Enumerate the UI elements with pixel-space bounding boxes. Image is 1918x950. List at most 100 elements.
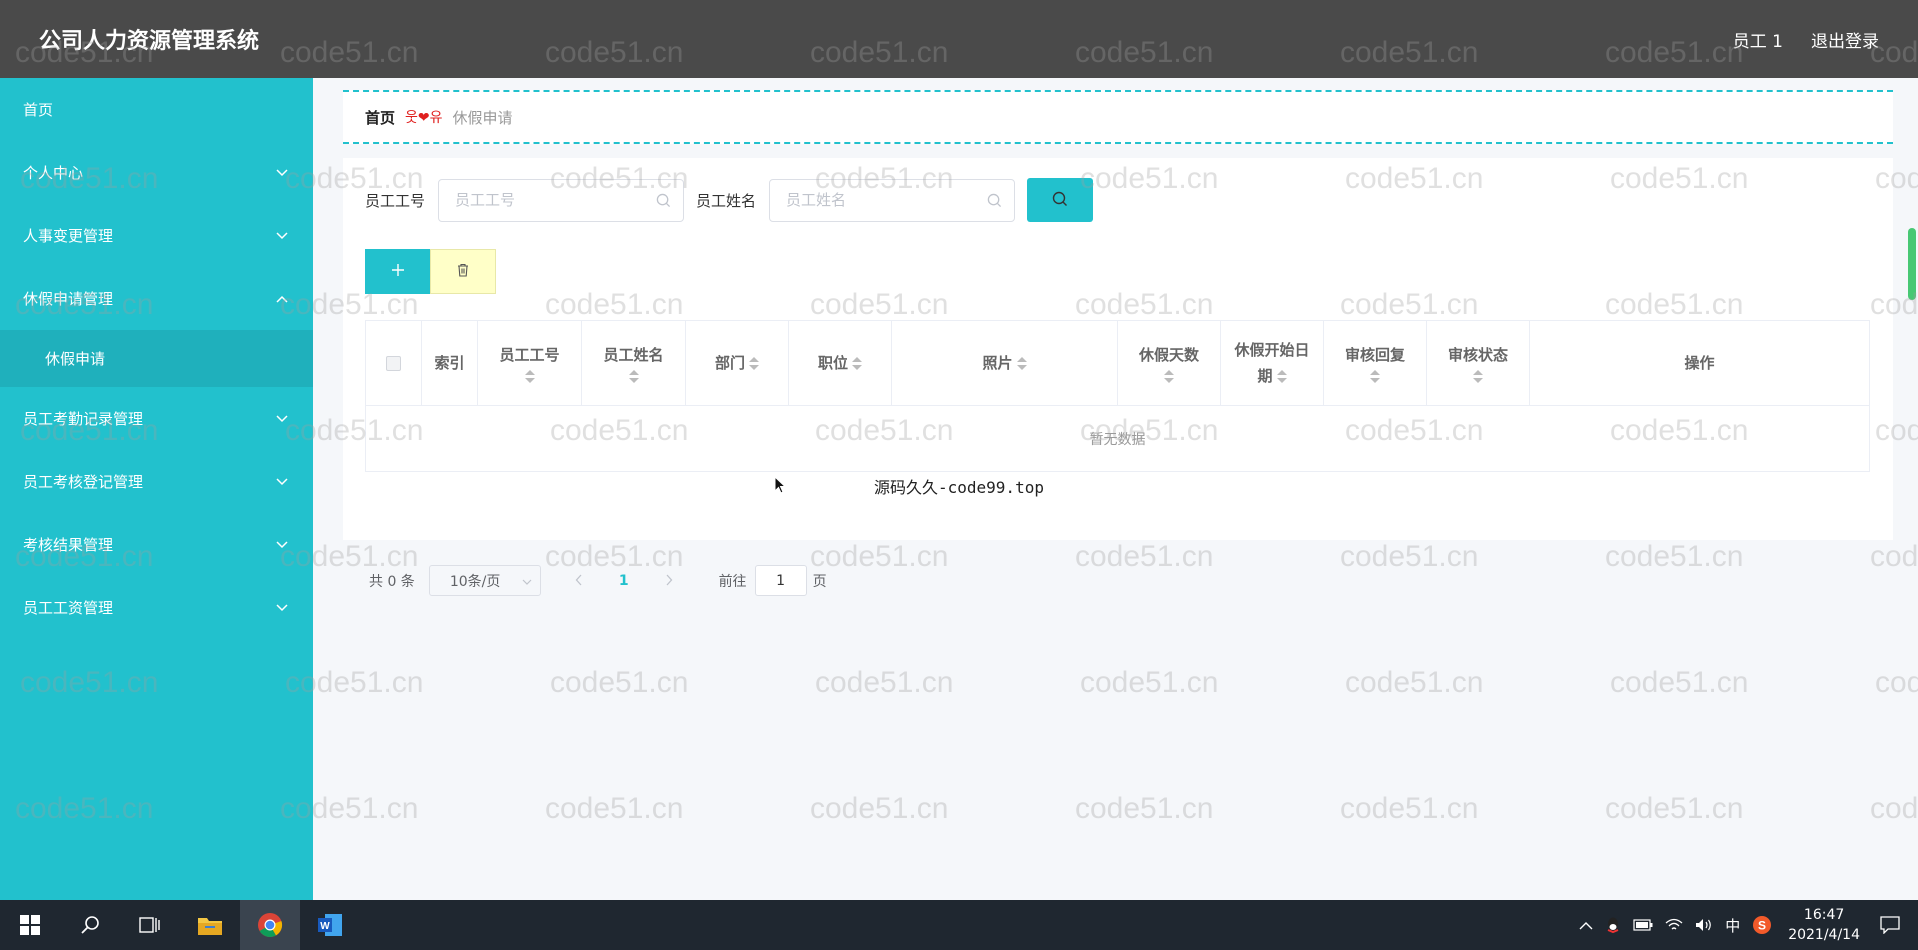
file-explorer-icon[interactable] xyxy=(180,900,240,950)
word-icon[interactable]: W xyxy=(300,900,360,950)
chevron-down-icon xyxy=(275,229,289,243)
add-button[interactable] xyxy=(365,249,430,294)
svg-text:W: W xyxy=(320,921,330,932)
notification-icon[interactable] xyxy=(1880,916,1900,934)
app-title: 公司人力资源管理系统 xyxy=(39,29,260,54)
table-header-row: 索引 员工工号 员工姓名 部门 职位 照片 休假天数 休假开始日期 审核回复 审… xyxy=(365,320,1870,406)
sidebar-item-attendance[interactable]: 员工考勤记录管理 xyxy=(0,387,313,450)
chevron-down-icon xyxy=(522,573,532,589)
clock-time: 16:47 xyxy=(1803,907,1845,923)
page-size-select[interactable]: 10条/页 xyxy=(428,565,541,596)
emp-name-label: 员工姓名 xyxy=(696,191,757,210)
chevron-up-icon xyxy=(275,292,289,306)
action-bar xyxy=(365,249,496,294)
sort-icon[interactable] xyxy=(852,356,862,371)
sort-icon[interactable] xyxy=(628,370,639,384)
search-icon[interactable] xyxy=(60,900,120,950)
sidebar-item-label: 考核结果管理 xyxy=(23,536,114,554)
sogou-input-icon[interactable]: S xyxy=(1752,915,1772,935)
col-label: 员工工号 xyxy=(499,346,560,364)
col-emp-name[interactable]: 员工姓名 xyxy=(581,320,686,406)
col-label: 审核状态 xyxy=(1447,346,1508,364)
sidebar-item-personnel-change[interactable]: 人事变更管理 xyxy=(0,204,313,267)
sidebar-item-label: 员工考核登记管理 xyxy=(23,473,144,491)
task-view-icon[interactable] xyxy=(120,900,180,950)
sort-icon[interactable] xyxy=(1370,370,1380,384)
emp-no-input[interactable] xyxy=(439,179,684,221)
user-area: 员工 1 退出登录 xyxy=(1733,27,1879,52)
search-icon xyxy=(1052,191,1068,210)
clock[interactable]: 16:47 2021/4/14 xyxy=(1788,905,1860,945)
qq-icon[interactable] xyxy=(1605,916,1621,934)
col-label: 照片 xyxy=(982,354,1013,372)
windows-start-icon[interactable] xyxy=(0,900,60,950)
sidebar-item-leave-management[interactable]: 休假申请管理 xyxy=(0,267,313,330)
col-review-reply[interactable]: 审核回复 xyxy=(1323,320,1427,406)
clock-date: 2021/4/14 xyxy=(1788,927,1860,943)
col-label: 审核回复 xyxy=(1344,346,1405,364)
empty-row: 暂无数据 xyxy=(365,405,1870,472)
logout-link[interactable]: 退出登录 xyxy=(1811,27,1879,52)
leave-table: 索引 员工工号 员工姓名 部门 职位 照片 休假天数 休假开始日期 审核回复 审… xyxy=(365,320,1870,472)
breadcrumb-home[interactable]: 首页 xyxy=(365,107,395,128)
delete-button[interactable] xyxy=(430,249,496,294)
col-emp-no[interactable]: 员工工号 xyxy=(477,320,582,406)
ime-indicator[interactable]: 中 xyxy=(1725,915,1740,936)
col-leave-days[interactable]: 休假天数 xyxy=(1117,320,1221,406)
sidebar-item-label: 个人中心 xyxy=(23,164,84,182)
col-position[interactable]: 职位 xyxy=(788,320,892,406)
volume-icon[interactable] xyxy=(1695,918,1713,932)
battery-icon[interactable] xyxy=(1633,919,1653,931)
total-count: 共 0 条 xyxy=(369,573,415,590)
col-review-status[interactable]: 审核状态 xyxy=(1426,320,1530,406)
col-photo[interactable]: 照片 xyxy=(891,320,1118,406)
mouse-cursor-icon xyxy=(774,475,787,498)
user-name-link[interactable]: 员工 1 xyxy=(1733,27,1783,52)
plus-icon xyxy=(391,261,405,282)
sidebar-item-home[interactable]: 首页 xyxy=(0,78,313,141)
col-label: 索引 xyxy=(434,354,465,372)
chevron-down-icon xyxy=(275,475,289,489)
sort-icon[interactable] xyxy=(1473,370,1483,384)
chevron-down-icon xyxy=(275,538,289,552)
system-tray: 中 S 16:47 2021/4/14 xyxy=(1573,900,1918,950)
chevron-up-icon[interactable] xyxy=(1579,921,1593,930)
sidebar-item-label: 休假申请管理 xyxy=(23,290,114,308)
svg-text:S: S xyxy=(1758,919,1766,933)
goto-page-input[interactable] xyxy=(754,565,807,596)
col-label: 员工姓名 xyxy=(603,346,664,364)
sidebar-item-personal-center[interactable]: 个人中心 xyxy=(0,141,313,204)
taskbar: W 中 S 16:47 2021/4/14 xyxy=(0,900,1918,950)
sidebar-item-label: 员工工资管理 xyxy=(23,599,114,617)
trash-icon xyxy=(456,263,470,280)
emp-no-label: 员工工号 xyxy=(365,191,426,210)
main-content: 首页 웃❤유 休假申请 员工工号 员工姓名 xyxy=(313,78,1918,900)
chrome-icon[interactable] xyxy=(240,900,300,950)
sort-icon[interactable] xyxy=(1164,370,1174,384)
sort-icon[interactable] xyxy=(524,370,535,384)
sidebar-subitem-leave-request[interactable]: 休假申请 xyxy=(0,330,313,387)
wifi-icon[interactable] xyxy=(1665,918,1683,932)
sidebar-item-assessment-results[interactable]: 考核结果管理 xyxy=(0,513,313,576)
emp-name-input[interactable] xyxy=(770,179,1015,221)
sort-icon[interactable] xyxy=(749,356,759,371)
search-button[interactable] xyxy=(1027,178,1094,222)
select-all-checkbox[interactable] xyxy=(386,356,401,371)
sidebar: 首页 个人中心 人事变更管理 休假申请管理 休假申请 员工考勤记录管理 员工考核… xyxy=(0,78,313,900)
sidebar-item-assessment-registration[interactable]: 员工考核登记管理 xyxy=(0,450,313,513)
col-leave-start[interactable]: 休假开始日期 xyxy=(1220,320,1324,406)
prev-page-button[interactable] xyxy=(569,572,589,590)
col-label: 休假开始日 xyxy=(1234,341,1310,359)
page-number-current[interactable]: 1 xyxy=(619,573,629,589)
col-label: 期 xyxy=(1257,367,1273,385)
col-department[interactable]: 部门 xyxy=(685,320,789,406)
select-all-header xyxy=(365,320,422,406)
sort-icon[interactable] xyxy=(1016,356,1027,371)
next-page-button[interactable] xyxy=(659,572,679,590)
sort-icon[interactable] xyxy=(1276,369,1287,384)
emp-name-field-wrap xyxy=(769,178,1016,222)
emp-no-field-wrap xyxy=(438,178,685,222)
pagination: 共 0 条 10条/页 1 前往 页 xyxy=(369,565,827,596)
scrollbar-thumb[interactable] xyxy=(1908,228,1916,300)
sidebar-item-salary[interactable]: 员工工资管理 xyxy=(0,576,313,639)
